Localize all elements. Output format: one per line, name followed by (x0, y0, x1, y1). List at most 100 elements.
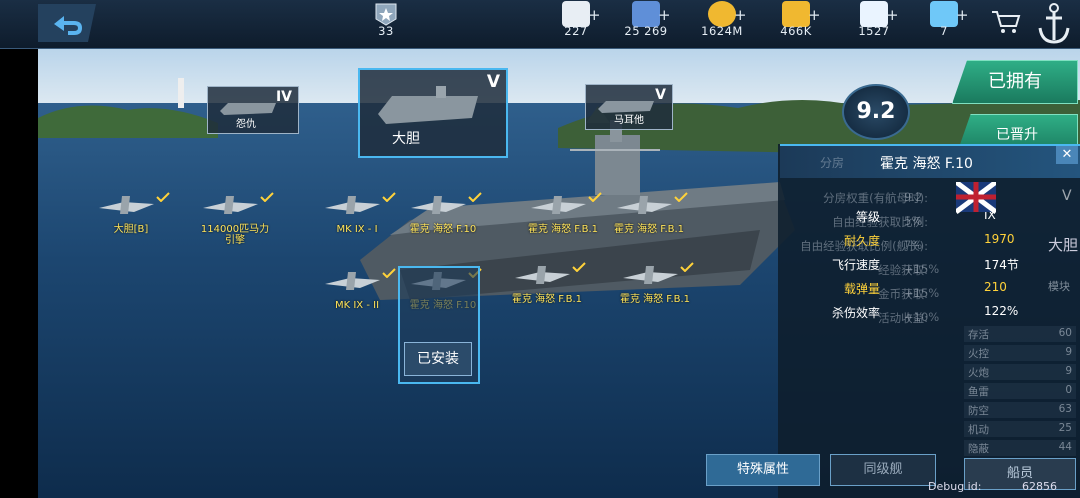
popup-title: 霍克 海怒 F.10 (880, 156, 973, 172)
aircraft-icon (411, 196, 466, 214)
side-stat-label: 火控 (968, 348, 989, 360)
popup-stat-label: 耐久度 (843, 234, 880, 248)
back-arrow-icon (38, 4, 96, 42)
popup-stat-value: 1970 (984, 232, 1015, 246)
side-stat-row: 隐蔽 44 (964, 440, 1076, 456)
side-stat-row: 存活 60 (964, 326, 1076, 342)
module-slot[interactable] (502, 260, 592, 296)
ship-card-left[interactable]: IV 怨仇 (207, 86, 299, 134)
anchor-menu-icon[interactable] (1034, 0, 1074, 48)
ship-card-right[interactable]: V 马耳他 (585, 84, 673, 130)
plus-icon[interactable]: + (588, 6, 601, 24)
resource-diamond[interactable]: +1527 (834, 0, 914, 44)
resource-card[interactable]: +25 269 (606, 0, 686, 44)
module-slot-label: 114000匹马力 引擎 (200, 224, 270, 246)
ghost-stat-value: +10% (904, 310, 940, 324)
debug-label: Debug id: (928, 480, 982, 493)
side-stat-label: 鱼雷 (968, 386, 989, 398)
module-slot[interactable] (312, 266, 402, 302)
side-stat-row: 机动 25 (964, 421, 1076, 437)
tab-owned[interactable]: 已拥有 (952, 60, 1078, 104)
check-icon (382, 268, 396, 278)
aircraft-icon (515, 266, 570, 284)
module-slot[interactable] (518, 190, 608, 226)
carrier-thumb-icon (220, 103, 276, 115)
top-bar: 33 +227 +25 269 +1624M +466K +1527 +7 (0, 0, 1080, 49)
rank-display[interactable]: 33 (346, 0, 426, 44)
plus-icon[interactable]: + (886, 6, 899, 24)
plus-icon[interactable]: + (956, 6, 969, 24)
ship-name: 马耳他 (614, 115, 644, 126)
close-button[interactable]: ✕ (1056, 146, 1078, 164)
rank-value: 33 (378, 24, 394, 38)
resource-heart[interactable]: +227 (536, 0, 616, 44)
aircraft-icon (99, 196, 154, 214)
aircraft-icon (531, 196, 586, 214)
side-stat-row: 鱼雷 0 (964, 383, 1076, 399)
side-stat-row: 火炮 9 (964, 364, 1076, 380)
ship-tier: V (486, 72, 500, 92)
special-attributes-button[interactable]: 特殊属性 (706, 454, 820, 486)
plus-icon[interactable]: + (734, 6, 747, 24)
ship-name: 大胆 (392, 131, 420, 147)
ship-card-selected[interactable]: V 大胆 (358, 68, 508, 158)
resource-value: 7 (940, 24, 948, 38)
flag-icon (956, 182, 996, 214)
module-slot-label: MK IX - I (336, 224, 378, 235)
popup-stat-label: 等级 (855, 210, 880, 224)
side-stat-value: 44 (1058, 441, 1072, 453)
resource-coin[interactable]: +1624M (682, 0, 762, 44)
resource-value: 1527 (858, 24, 890, 38)
module-slot[interactable] (190, 190, 280, 226)
ghost-stat-value: +15% (904, 286, 940, 300)
check-icon (674, 192, 688, 202)
resource-value: 227 (564, 24, 588, 38)
module-slot[interactable] (398, 190, 488, 226)
ghost-stat-value: 7% (904, 238, 923, 252)
module-slot[interactable] (312, 190, 402, 226)
aircraft-icon (623, 266, 678, 284)
resource-star[interactable]: +466K (756, 0, 836, 44)
module-label: 模块 (1048, 280, 1070, 293)
aircraft-icon (203, 196, 258, 214)
side-stat-value: 9 (1065, 346, 1072, 358)
side-stat-value: 60 (1058, 327, 1072, 339)
plus-icon[interactable]: + (808, 6, 821, 24)
side-stat-label: 机动 (968, 424, 989, 436)
module-slot[interactable] (86, 190, 176, 226)
ghost-stat-value: +15% (904, 262, 940, 276)
ship-short-name: 大胆 (1048, 236, 1079, 254)
ghost-stat-value: 5% (904, 214, 923, 228)
popup-stat-value: 174节 (984, 258, 1019, 272)
side-stat-value: 25 (1058, 422, 1072, 434)
shop-cart-icon[interactable] (990, 8, 1022, 36)
check-icon (260, 192, 274, 202)
same-tier-button[interactable]: 同级舰 (830, 454, 936, 486)
ship-tier: IV (275, 89, 292, 105)
resource-value: 25 269 (624, 24, 668, 38)
resource-value: 1624M (701, 24, 743, 38)
aircraft-icon (617, 196, 672, 214)
rating-badge: 9.2 (842, 84, 910, 140)
matchmaking-header: 分房 (820, 156, 845, 170)
ghost-stat-value: 9.2 (904, 190, 923, 204)
check-icon (588, 192, 602, 202)
back-button[interactable] (38, 4, 96, 42)
side-stat-label: 存活 (968, 329, 989, 341)
module-slot-label: 大胆[B] (113, 224, 149, 235)
installed-button[interactable]: 已安装 (404, 342, 472, 376)
resource-crystal[interactable]: +7 (904, 0, 984, 44)
module-slot-label: 霍克 海怒 F.B.1 (613, 224, 685, 235)
side-stat-row: 火控 9 (964, 345, 1076, 361)
module-slot[interactable] (604, 190, 694, 226)
side-stat-value: 63 (1058, 403, 1072, 415)
module-slot[interactable] (610, 260, 700, 296)
check-icon (382, 192, 396, 202)
module-slot-label: MK IX - II (334, 300, 380, 311)
plus-icon[interactable]: + (658, 6, 671, 24)
selected-slot[interactable]: 已安装 (398, 266, 480, 384)
popup-stat-label: 杀伤效率 (831, 306, 880, 320)
side-stat-value: 0 (1065, 384, 1072, 396)
game-screen: 33 +227 +25 269 +1624M +466K +1527 +7 IV 怨仇 V… (0, 0, 1080, 498)
side-stat-label: 隐蔽 (968, 443, 989, 455)
